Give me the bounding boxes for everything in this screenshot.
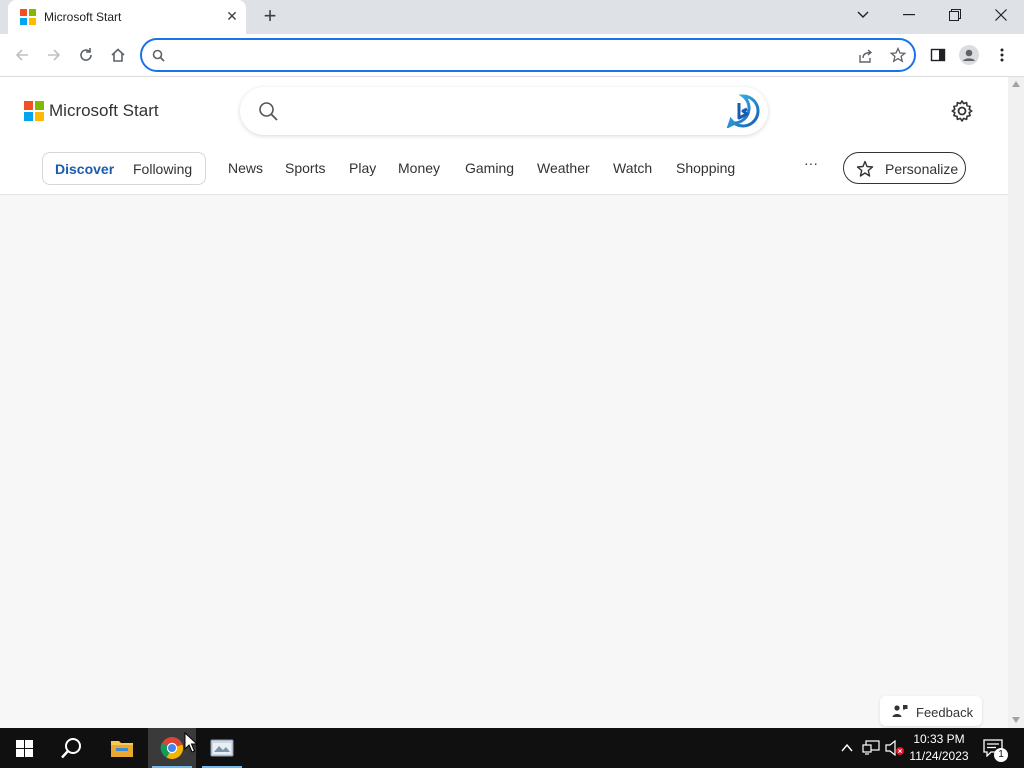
tab-title: Microsoft Start: [44, 10, 122, 24]
minimize-button[interactable]: [886, 0, 932, 30]
nav-item-gaming[interactable]: Gaming: [465, 160, 514, 176]
close-icon: [995, 9, 1007, 21]
restore-button[interactable]: [932, 0, 978, 30]
network-tray-button[interactable]: [861, 738, 881, 758]
address-bar[interactable]: [140, 38, 916, 72]
side-panel-button[interactable]: [926, 43, 950, 67]
folder-icon: [111, 741, 133, 757]
site-search-input[interactable]: [294, 101, 714, 121]
start-button[interactable]: [0, 728, 48, 768]
side-panel-icon: [930, 48, 946, 62]
back-arrow-icon: [15, 49, 28, 61]
windows-taskbar: 10:33 PM 11/24/2023 1: [0, 728, 1024, 768]
nav-item-shopping[interactable]: Shopping: [676, 160, 735, 176]
sparkle-star-icon: [856, 160, 874, 177]
page-scrollbar[interactable]: [1008, 77, 1024, 728]
app-window-icon: [210, 739, 234, 757]
app-taskbar-button[interactable]: [198, 728, 246, 768]
microsoft-start-logo[interactable]: Microsoft Start: [24, 101, 159, 121]
home-icon: [111, 48, 125, 62]
nav-item-weather[interactable]: Weather: [537, 160, 590, 176]
microsoft-favicon-icon: [20, 9, 36, 25]
address-input[interactable]: [174, 46, 814, 64]
taskbar-search-button[interactable]: [48, 728, 96, 768]
profile-button[interactable]: [957, 43, 981, 67]
feedback-person-icon: [892, 705, 908, 717]
close-window-button[interactable]: [978, 0, 1024, 30]
browser-menu-button[interactable]: [990, 43, 1014, 67]
scroll-down-icon[interactable]: [1012, 717, 1020, 723]
logo-text: Microsoft Start: [49, 101, 159, 120]
mouse-cursor-icon: [184, 732, 198, 753]
settings-gear-icon[interactable]: [950, 99, 974, 123]
chevron-down-icon: [857, 11, 869, 18]
category-nav: Discover Following News Sports Play Mone…: [0, 150, 1008, 186]
page-content: Microsoft Start Discover Following News …: [0, 77, 1008, 728]
show-hidden-icons-button[interactable]: [837, 738, 857, 758]
tab-close-icon[interactable]: ✕: [224, 8, 240, 24]
search-icon: [152, 49, 165, 62]
network-icon: [862, 740, 880, 755]
clock-time: 10:33 PM: [913, 732, 965, 746]
system-clock[interactable]: 10:33 PM 11/24/2023: [908, 731, 970, 765]
clock-date: 11/24/2023: [909, 749, 969, 763]
bookmark-star-icon[interactable]: [890, 47, 906, 63]
share-icon[interactable]: [858, 48, 874, 64]
feed-toggle: Discover Following: [42, 152, 206, 185]
site-search-box[interactable]: [240, 87, 768, 135]
browser-tab[interactable]: Microsoft Start ✕: [8, 0, 246, 34]
nav-item-news[interactable]: News: [228, 160, 263, 176]
volume-muted-icon: [885, 740, 904, 756]
minimize-icon: [903, 14, 915, 16]
windows-logo-icon: [15, 739, 33, 757]
back-button[interactable]: [10, 43, 34, 67]
feedback-label: Feedback: [916, 705, 974, 720]
nav-item-sports[interactable]: Sports: [285, 160, 325, 176]
tab-discover[interactable]: Discover: [55, 161, 114, 177]
scroll-up-icon[interactable]: [1012, 81, 1020, 87]
personalize-label: Personalize: [885, 161, 959, 177]
profile-avatar-icon: [959, 45, 979, 65]
file-explorer-button[interactable]: [98, 728, 146, 768]
reload-button[interactable]: [74, 43, 98, 67]
forward-arrow-icon: [48, 49, 61, 61]
chrome-icon: [160, 737, 184, 759]
microsoft-logo-icon: [24, 101, 44, 121]
forward-button[interactable]: [42, 43, 66, 67]
nav-item-money[interactable]: Money: [398, 160, 440, 176]
nav-item-play[interactable]: Play: [349, 160, 376, 176]
search-icon: [259, 102, 278, 121]
volume-tray-button[interactable]: [885, 738, 905, 758]
notification-count-badge: 1: [994, 748, 1008, 762]
browser-toolbar: [0, 34, 1024, 77]
bing-chat-icon[interactable]: [726, 94, 760, 128]
browser-titlebar: Microsoft Start ✕ +: [0, 0, 1024, 34]
feedback-button[interactable]: Feedback: [880, 696, 982, 726]
restore-icon: [949, 9, 961, 21]
reload-icon: [80, 48, 92, 61]
tab-search-button[interactable]: [840, 0, 886, 30]
kebab-menu-icon: [1000, 48, 1004, 62]
new-tab-button[interactable]: +: [258, 5, 282, 29]
chevron-up-icon: [841, 744, 853, 752]
search-icon: [61, 738, 81, 759]
nav-item-watch[interactable]: Watch: [613, 160, 652, 176]
more-nav-button[interactable]: ···: [804, 155, 818, 171]
site-header: Microsoft Start Discover Following News …: [0, 77, 1008, 195]
personalize-button[interactable]: Personalize: [843, 152, 966, 184]
tab-following[interactable]: Following: [133, 161, 192, 177]
home-button[interactable]: [106, 43, 130, 67]
